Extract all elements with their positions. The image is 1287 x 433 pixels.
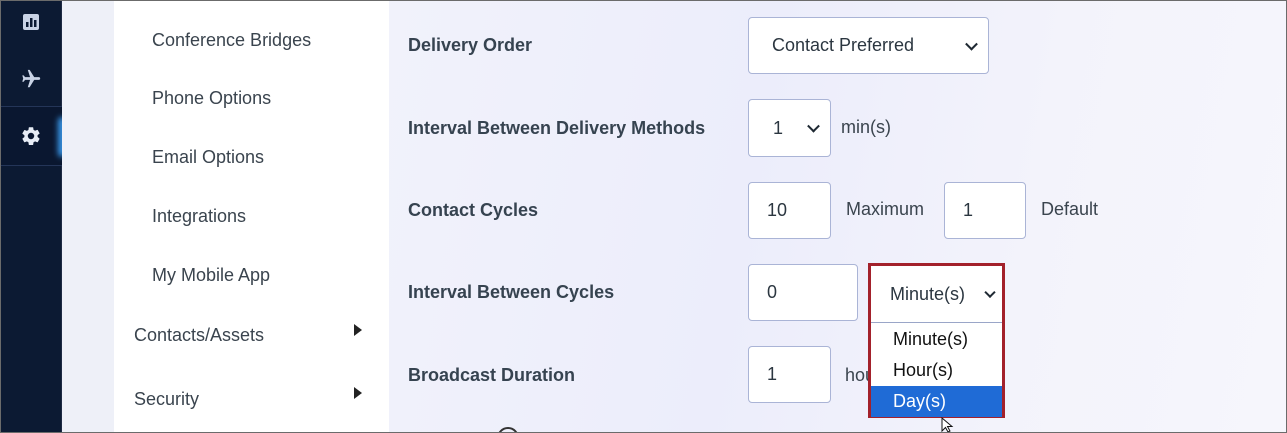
- subnav-item-conference-bridges[interactable]: Conference Bridges: [152, 30, 311, 51]
- interval-between-cycles-value: 0: [767, 282, 778, 302]
- gear-icon: [22, 127, 40, 145]
- broadcast-duration-label: Broadcast Duration: [408, 365, 576, 385]
- rail-item-flights[interactable]: [0, 52, 62, 106]
- broadcast-duration-value: 1: [767, 364, 778, 384]
- interval-delivery-methods-label: Interval Between Delivery Methods: [408, 118, 706, 138]
- interval-unit-options: Minute(s) Hour(s) Day(s): [871, 324, 1002, 417]
- subnav-item-phone-options[interactable]: Phone Options: [152, 88, 271, 109]
- icon-rail: [0, 0, 62, 433]
- option-minutes[interactable]: Minute(s): [871, 324, 1002, 355]
- contact-cycles-max-input[interactable]: 10: [748, 182, 831, 239]
- option-days[interactable]: Day(s): [871, 386, 1002, 417]
- contact-cycles-default-label: Default: [1041, 199, 1099, 219]
- interval-unit-dropdown: Minute(s) Minute(s) Hour(s) Day(s): [868, 263, 1005, 418]
- mouse-cursor-icon: [941, 417, 954, 433]
- dashboard-icon: [23, 14, 39, 30]
- delivery-order-label: Delivery Order: [408, 35, 533, 55]
- rail-item-settings[interactable]: [0, 106, 62, 166]
- subnav-item-email-options[interactable]: Email Options: [152, 147, 264, 168]
- subnav-item-security[interactable]: Security: [134, 389, 199, 410]
- interval-between-cycles-label: Interval Between Cycles: [408, 282, 615, 302]
- expand-arrow-icon[interactable]: [354, 324, 362, 336]
- contact-cycles-default-value: 1: [963, 200, 974, 220]
- subnav-item-my-mobile-app[interactable]: My Mobile App: [152, 265, 270, 286]
- contact-cycles-max-label: Maximum: [846, 199, 925, 219]
- subnav-item-contacts-assets[interactable]: Contacts/Assets: [134, 325, 264, 346]
- expand-arrow-icon[interactable]: [354, 387, 362, 399]
- interval-unit-selected: Minute(s): [890, 283, 966, 304]
- contact-cycles-max-value: 10: [767, 200, 788, 220]
- interval-delivery-methods-select[interactable]: 1: [748, 99, 831, 157]
- chevron-down-icon: [984, 286, 996, 299]
- chevron-down-icon: [807, 119, 820, 133]
- airplane-icon: [22, 69, 41, 88]
- contact-cycles-label: Contact Cycles: [408, 200, 539, 220]
- option-hours[interactable]: Hour(s): [871, 355, 1002, 386]
- rail-item-dashboard[interactable]: [0, 0, 62, 44]
- contact-cycles-default-input[interactable]: 1: [944, 182, 1026, 239]
- interval-unit-select[interactable]: Minute(s): [871, 266, 1002, 323]
- interval-delivery-methods-unit: min(s): [841, 117, 891, 137]
- delivery-order-select[interactable]: Contact Preferred: [748, 17, 989, 74]
- interval-delivery-methods-value: 1: [773, 117, 784, 138]
- delivery-order-value: Contact Preferred: [772, 35, 915, 55]
- settings-subnav: Conference Bridges Phone Options Email O…: [114, 0, 389, 433]
- chevron-down-icon: [965, 37, 978, 51]
- broadcast-duration-input[interactable]: 1: [748, 346, 831, 403]
- subnav-item-integrations[interactable]: Integrations: [152, 206, 246, 227]
- interval-between-cycles-input[interactable]: 0: [748, 264, 858, 321]
- nav-gutter: [62, 0, 114, 433]
